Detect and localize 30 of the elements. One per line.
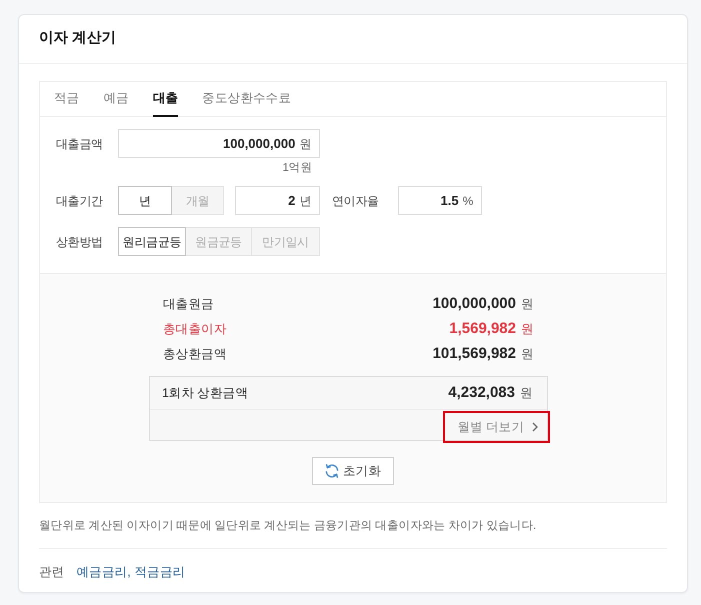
refresh-icon	[324, 464, 339, 478]
loan-amount-field[interactable]: 100,000,000 원	[118, 129, 320, 158]
result-label: 대출원금	[163, 296, 214, 314]
card-title: 이자 계산기	[39, 30, 116, 48]
tab[interactable]: 적금	[54, 82, 80, 117]
field-label: 상환방법	[56, 234, 104, 250]
result-label: 총상환금액	[163, 346, 227, 364]
tab[interactable]: 대출	[152, 82, 178, 117]
chevron-right-icon	[532, 422, 538, 432]
tab[interactable]: 중도상환수수료	[202, 82, 292, 117]
result-label: 1회차 상환금액	[162, 384, 248, 402]
reset-button[interactable]: 초기화	[312, 457, 394, 485]
notice-text: 월단위로 계산된 이자이기 때문에 일단위로 계산되는 금융기관의 대출이자와는 차이가 있습니다.	[39, 519, 537, 534]
interest-rate-field[interactable]: 1.5 %	[398, 186, 482, 215]
repayment-option[interactable]: 원리금균등	[118, 227, 186, 256]
field-label: 대출기간	[56, 192, 104, 210]
result-label: 총대출이자	[163, 321, 227, 338]
result-value: 101,569,982 원	[432, 344, 534, 364]
field-label: 연이자율	[332, 192, 380, 210]
related-link[interactable]: 적금금리	[134, 563, 186, 582]
result-value: 1,569,982 원	[449, 319, 534, 340]
field-label: 대출금액	[56, 136, 104, 152]
result-value: 100,000,000 원	[432, 294, 534, 314]
amount-hint-text: 1억원	[282, 161, 313, 176]
tab[interactable]: 예금	[103, 82, 129, 117]
loan-period-field[interactable]: 2 년	[235, 186, 320, 215]
period-unit-option[interactable]: 년	[118, 186, 172, 215]
related-label: 관련	[39, 564, 64, 581]
related-link[interactable]: 예금금리,	[76, 563, 130, 582]
result-value: 4,232,083 원	[448, 382, 533, 403]
